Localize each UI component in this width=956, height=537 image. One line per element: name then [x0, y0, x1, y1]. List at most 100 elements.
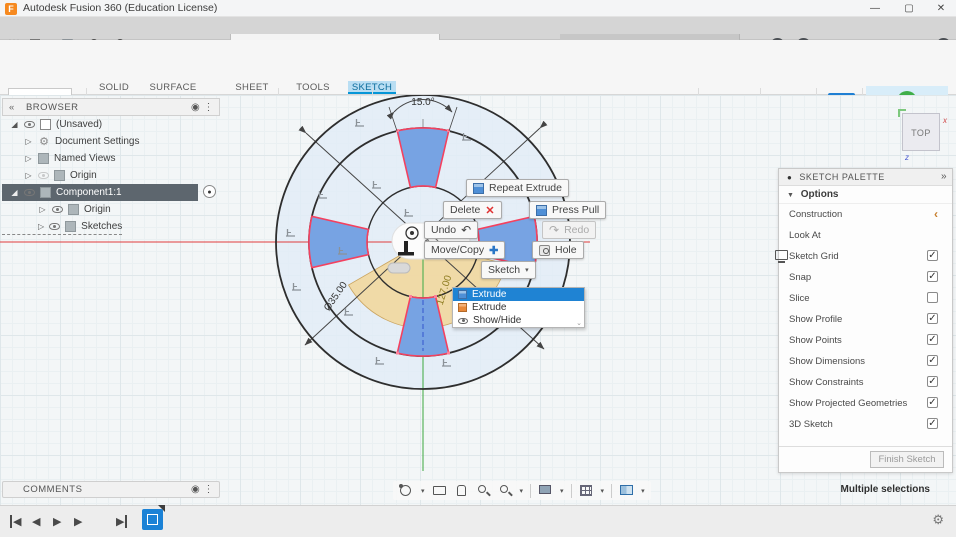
visibility-eye-icon[interactable]: [38, 172, 49, 179]
activate-component-radio[interactable]: ●: [203, 185, 216, 198]
show-dimensions-checkbox[interactable]: [927, 355, 938, 366]
timeline-gear-icon[interactable]: ⚙: [932, 512, 944, 528]
chevron-down-icon[interactable]: ▾: [560, 487, 564, 495]
views-icon: [38, 153, 49, 164]
finish-sketch-palette-button[interactable]: Finish Sketch: [870, 451, 944, 468]
snap-checkbox[interactable]: [927, 271, 938, 282]
origin-icon: [54, 170, 65, 181]
tree-item-component-origin[interactable]: ▷ Origin: [2, 201, 220, 218]
collapse-icon[interactable]: ▷: [24, 171, 33, 180]
show-projected-checkbox[interactable]: [927, 397, 938, 408]
panel-grip-icon[interactable]: ⋮: [204, 102, 215, 113]
fusion360-window: F Autodesk Fusion 360 (Education License…: [0, 0, 956, 537]
zoom-window-icon[interactable]: [498, 483, 513, 498]
viewports-icon[interactable]: [619, 483, 634, 498]
chevron-down-icon: ▾: [525, 267, 529, 274]
chevron-down-icon[interactable]: ▾: [641, 487, 645, 495]
expand-panel-icon[interactable]: »: [941, 169, 947, 185]
scroll-down-icon[interactable]: ⌄: [576, 319, 582, 327]
browser-header[interactable]: « BROWSER ◉ ⋮: [2, 98, 220, 116]
sketches-icon: [65, 220, 77, 232]
construction-icon[interactable]: ‹: [934, 208, 938, 220]
component-icon: [40, 187, 51, 198]
tree-item-label: Named Views: [54, 153, 116, 164]
grid-settings-icon[interactable]: [579, 483, 594, 498]
close-button[interactable]: ✕: [928, 1, 954, 16]
svg-text:15.0°: 15.0°: [411, 97, 434, 108]
divider: [570, 483, 572, 498]
tree-item-component[interactable]: ◢ Component1:1 ●: [2, 184, 216, 201]
visibility-eye-icon[interactable]: [24, 121, 35, 128]
palette-item-construction[interactable]: Construction ‹: [779, 204, 952, 225]
tree-item-origin[interactable]: ▷ Origin: [2, 167, 220, 184]
comments-panel[interactable]: COMMENTS ◉ ⋮: [2, 481, 220, 498]
collapse-icon[interactable]: ▷: [38, 205, 47, 214]
menu-move-copy[interactable]: Move/Copy ✚: [424, 241, 506, 259]
tree-item-label: Component1:1: [56, 187, 122, 198]
extrude-icon: [473, 182, 484, 194]
panel-grip-icon[interactable]: ⋮: [204, 484, 215, 495]
viewcube-x-axis-label: x: [943, 116, 947, 125]
minimize-button[interactable]: —: [862, 1, 888, 16]
menu-repeat-extrude[interactable]: Repeat Extrude: [466, 179, 569, 197]
palette-header[interactable]: ● SKETCH PALETTE »: [779, 169, 952, 186]
extrude-icon: [458, 290, 467, 299]
play-button[interactable]: ▶: [53, 515, 61, 528]
chevron-down-icon[interactable]: ▾: [520, 487, 524, 495]
tree-item-document[interactable]: ◢ (Unsaved): [2, 116, 220, 133]
tree-item-named-views[interactable]: ▷ Named Views: [2, 150, 220, 167]
move-cross-icon: ✚: [489, 244, 499, 257]
maximize-button[interactable]: ▢: [896, 1, 922, 16]
submenu-extrude-highlighted[interactable]: Extrude: [453, 288, 584, 301]
origin-icon: [68, 204, 79, 215]
menu-hole[interactable]: Hole: [532, 241, 584, 259]
tree-item-sketches[interactable]: ▷ Sketches: [2, 218, 122, 235]
menu-delete[interactable]: Delete ✕: [443, 201, 502, 219]
sketch-grid-checkbox[interactable]: [927, 250, 938, 261]
chevron-down-icon[interactable]: ▾: [421, 487, 425, 495]
divider: [530, 483, 532, 498]
pan-hand-icon[interactable]: [454, 483, 469, 498]
go-to-start-button[interactable]: ◀: [10, 515, 21, 528]
display-settings-icon[interactable]: [538, 483, 553, 498]
look-at-camera-icon[interactable]: [432, 483, 447, 498]
palette-item-show-points: Show Points: [779, 330, 952, 351]
slice-checkbox[interactable]: [927, 292, 938, 303]
palette-item-show-profile: Show Profile: [779, 309, 952, 330]
show-constraints-checkbox[interactable]: [927, 376, 938, 387]
viewcube[interactable]: TOP: [902, 113, 940, 151]
submenu-show-hide[interactable]: Show/Hide: [453, 314, 584, 327]
submenu-extrude[interactable]: Extrude: [453, 301, 584, 314]
redo-arrow-icon: ↷: [549, 223, 560, 237]
step-forward-button[interactable]: ▶: [74, 515, 82, 528]
panel-options-icon[interactable]: ◉: [191, 484, 200, 495]
visibility-eye-icon[interactable]: [49, 222, 61, 230]
panel-options-icon[interactable]: ◉: [191, 102, 200, 113]
tree-item-document-settings[interactable]: ▷ ⚙ Document Settings: [2, 133, 220, 150]
3d-sketch-checkbox[interactable]: [927, 418, 938, 429]
show-points-checkbox[interactable]: [927, 334, 938, 345]
timeline-sketch-feature[interactable]: [142, 505, 165, 530]
palette-item-look-at[interactable]: Look At: [775, 225, 952, 263]
collapse-icon[interactable]: ▷: [24, 137, 33, 146]
zoom-icon[interactable]: [476, 483, 491, 498]
visibility-eye-icon[interactable]: [52, 206, 63, 213]
visibility-eye-icon[interactable]: [24, 189, 35, 196]
viewcube-z-axis-label: z: [905, 153, 909, 162]
palette-section-options[interactable]: ▼ Options: [779, 186, 952, 204]
menu-sketch-dropdown[interactable]: Sketch ▾: [481, 261, 536, 279]
show-profile-checkbox[interactable]: [927, 313, 938, 324]
go-to-end-button[interactable]: ▶: [116, 515, 128, 528]
fusion-logo-icon: F: [5, 3, 17, 15]
expand-icon[interactable]: ◢: [10, 120, 19, 129]
orbit-icon[interactable]: [399, 483, 414, 498]
chevron-down-icon[interactable]: ▾: [601, 487, 605, 495]
step-back-button[interactable]: ◀: [32, 515, 40, 528]
collapse-icon[interactable]: ▷: [24, 154, 33, 163]
menu-press-pull[interactable]: Press Pull: [529, 201, 607, 219]
navigation-bar: ▾ ▾ ▾ ▾ ▾: [393, 481, 651, 500]
menu-undo[interactable]: Undo ↶: [424, 221, 479, 239]
expand-icon[interactable]: ◢: [10, 188, 19, 197]
collapse-panel-icon[interactable]: «: [9, 102, 15, 113]
collapse-icon[interactable]: ▷: [38, 222, 44, 231]
